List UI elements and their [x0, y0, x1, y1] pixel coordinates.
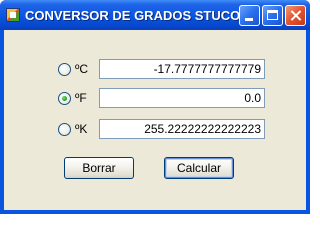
kelvin-field[interactable]: 255.22222222222223: [99, 119, 265, 139]
kelvin-radio[interactable]: [58, 123, 71, 136]
kelvin-label[interactable]: ºK: [75, 122, 87, 136]
app-window: CONVERSOR DE GRADOS STUCOM ºC -17.777777…: [0, 0, 310, 214]
minimize-button[interactable]: [239, 5, 260, 26]
fahrenheit-row: ºF 0.0: [4, 88, 306, 108]
fahrenheit-label[interactable]: ºF: [75, 91, 87, 105]
fahrenheit-radio[interactable]: [58, 92, 71, 105]
app-icon[interactable]: [6, 8, 20, 22]
celsius-row: ºC -17.7777777777779: [4, 59, 306, 79]
celsius-radio[interactable]: [58, 63, 71, 76]
celsius-label[interactable]: ºC: [75, 62, 88, 76]
window-title: CONVERSOR DE GRADOS STUCOM: [25, 8, 252, 23]
minimize-icon: [245, 18, 253, 21]
celsius-field[interactable]: -17.7777777777779: [99, 59, 265, 79]
fahrenheit-field[interactable]: 0.0: [99, 88, 265, 108]
close-button[interactable]: [285, 5, 306, 26]
title-bar[interactable]: CONVERSOR DE GRADOS STUCOM: [0, 0, 310, 30]
maximize-icon: [267, 10, 278, 20]
form-client-area: ºC -17.7777777777779 ºF 0.0 ºK 255.22222…: [4, 30, 306, 210]
clear-button[interactable]: Borrar: [64, 157, 134, 179]
maximize-button[interactable]: [262, 5, 283, 26]
close-icon: [286, 6, 305, 25]
kelvin-row: ºK 255.22222222222223: [4, 119, 306, 139]
calculate-button[interactable]: Calcular: [164, 157, 234, 179]
